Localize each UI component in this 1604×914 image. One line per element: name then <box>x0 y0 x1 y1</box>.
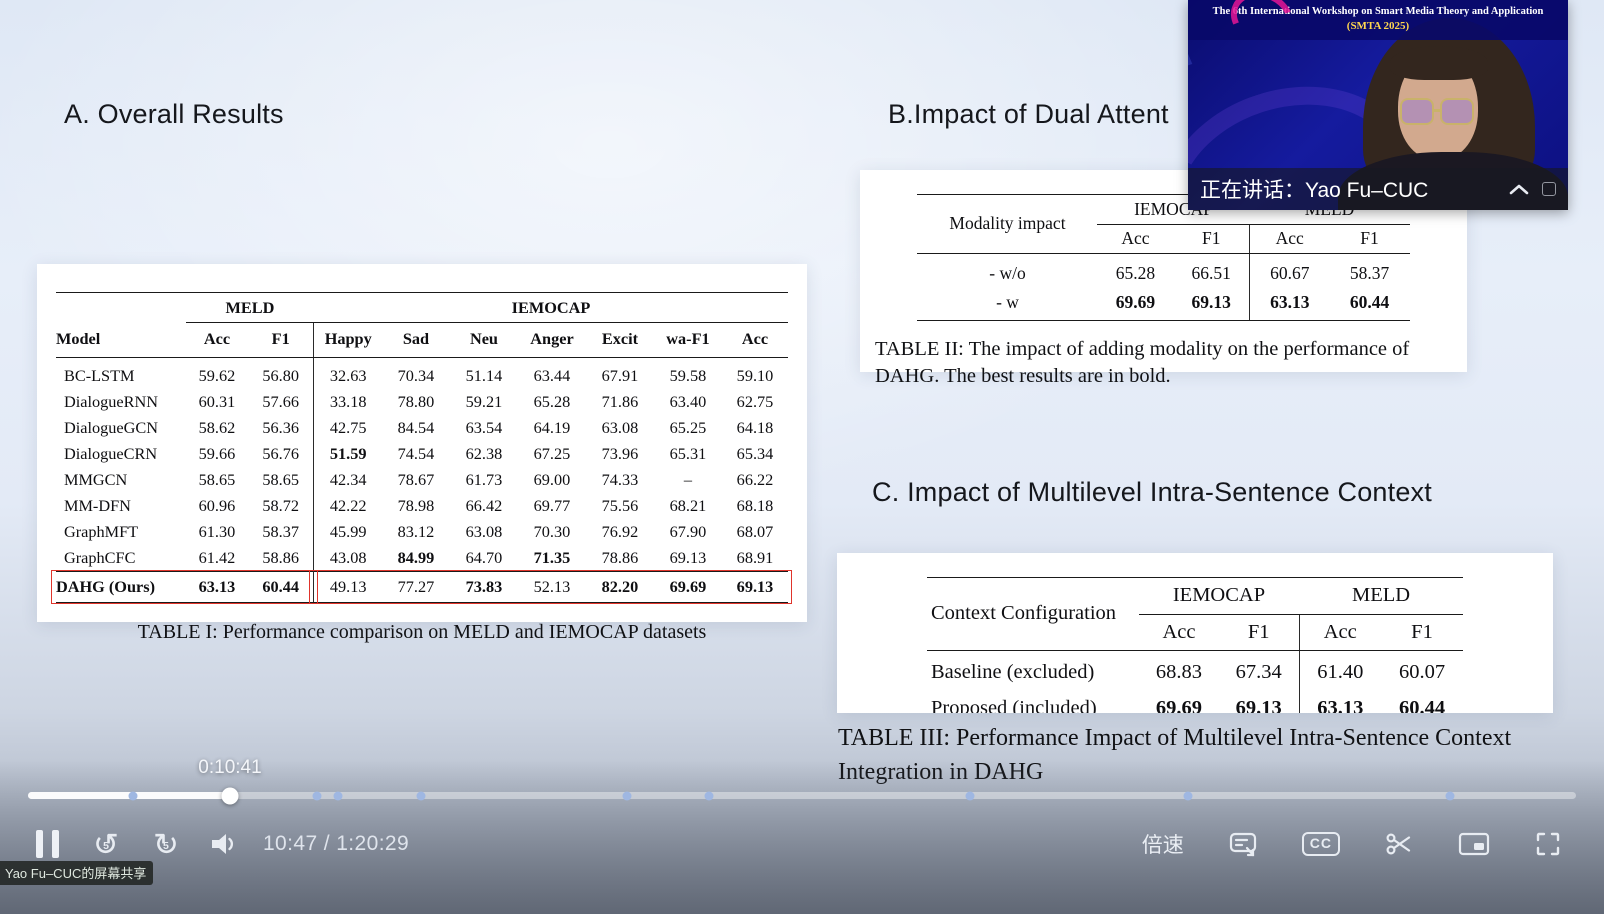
table-row: Proposed (included)69.6969.1363.1360.44 <box>927 691 1463 713</box>
progress-tooltip: 0:10:41 <box>198 757 261 779</box>
column-header: Neu <box>450 322 518 357</box>
table2-body: - w/o65.2866.5160.6758.37- w69.6969.1363… <box>917 254 1409 320</box>
presenter-glasses <box>1440 98 1474 125</box>
table-row: DialogueRNN60.3157.6633.1878.8059.2165.2… <box>56 389 788 415</box>
table-row: DAHG (Ours)63.1360.4449.1377.2773.8352.1… <box>56 572 788 603</box>
group-header-spacer <box>56 293 186 323</box>
progress-marker[interactable] <box>417 791 426 800</box>
fullscreen-icon <box>1534 830 1562 858</box>
column-header-row: Model Acc F1 Happy Sad Neu Anger Excit w… <box>56 322 788 357</box>
progress-marker[interactable] <box>128 791 137 800</box>
performance-table: MELD IEMOCAP Model Acc F1 Happy Sad Neu … <box>56 292 788 603</box>
active-speaker-bar: 正在讲话：Yao Fu–CUC <box>1188 168 1568 210</box>
table-row: MMGCN58.6558.6542.3478.6761.7369.0074.33… <box>56 467 788 493</box>
time-display: 10:47 / 1:20:29 <box>263 832 409 856</box>
forward-5-button[interactable]: ↻5 <box>151 827 181 862</box>
heading-dual-attention: B.Impact of Dual Attent <box>888 99 1169 130</box>
table-row: DialogueCRN59.6656.7651.5974.5462.3867.2… <box>56 441 788 467</box>
column-header: F1 <box>1173 224 1249 254</box>
table-row: DialogueGCN58.6256.3642.7584.5463.5464.1… <box>56 415 788 441</box>
pause-button[interactable] <box>34 828 61 860</box>
conference-banner: The 6th International Workshop on Smart … <box>1188 0 1568 40</box>
speaker-icon <box>209 831 239 857</box>
column-header: wa-F1 <box>654 322 722 357</box>
table1-caption: TABLE I: Performance comparison on MELD … <box>37 621 807 644</box>
progress-marker[interactable] <box>623 791 632 800</box>
progress-marker[interactable] <box>313 791 322 800</box>
presenter-glasses <box>1400 98 1434 125</box>
progress-marker[interactable] <box>705 791 714 800</box>
group-header-row: MELD IEMOCAP <box>56 293 788 323</box>
column-header: Happy <box>314 322 382 357</box>
row-header: Context Configuration <box>927 578 1139 651</box>
active-speaker-label: 正在讲话：Yao Fu–CUC <box>1200 174 1428 204</box>
webcam-overlay: The 6th International Workshop on Smart … <box>1188 0 1568 210</box>
table2-caption: TABLE II: The impact of adding modality … <box>875 336 1461 391</box>
table3-body: Baseline (excluded)68.8367.3461.4060.07P… <box>927 651 1463 713</box>
table-row: GraphMFT61.3058.3745.9983.1263.0870.3076… <box>56 519 788 545</box>
modality-impact-table: Modality impact IEMOCAP MELD Acc F1 Acc … <box>917 194 1409 321</box>
column-header: Sad <box>382 322 450 357</box>
progress-thumb[interactable] <box>222 787 239 804</box>
progress-marker[interactable] <box>1445 791 1454 800</box>
table3-panel: Context Configuration IEMOCAP MELD Acc F… <box>837 553 1553 713</box>
table-row: - w/o65.2866.5160.6758.37 <box>917 254 1409 289</box>
captions-button[interactable]: CC <box>1300 830 1342 858</box>
fullscreen-button[interactable] <box>1532 828 1564 860</box>
pip-button[interactable] <box>1456 829 1492 859</box>
subtitle-notes-button[interactable] <box>1226 827 1260 861</box>
column-header: Acc <box>1250 224 1330 254</box>
progress-marker[interactable] <box>965 791 974 800</box>
column-header: Acc <box>722 322 788 357</box>
playback-speed-button[interactable]: 倍速 <box>1140 827 1186 861</box>
clip-button[interactable] <box>1382 827 1416 861</box>
progress-markers <box>28 792 1576 799</box>
cc-icon: CC <box>1302 832 1340 856</box>
player-controls: ↺5 ↻5 10:47 / 1:20:29 倍速 CC <box>26 818 1564 870</box>
scissors-icon <box>1384 829 1414 859</box>
table-row: GraphCFC61.4258.8643.0884.9964.7071.3578… <box>56 545 788 572</box>
table-row: MM-DFN60.9658.7242.2278.9866.4269.7775.5… <box>56 493 788 519</box>
context-config-table: Context Configuration IEMOCAP MELD Acc F… <box>927 577 1463 713</box>
column-header: Acc <box>1097 224 1173 254</box>
column-header: Excit <box>586 322 654 357</box>
table-row: - w69.6969.1363.1360.44 <box>917 288 1409 320</box>
pause-icon <box>36 830 43 858</box>
column-header: Model <box>56 322 186 357</box>
column-header: F1 <box>248 322 314 357</box>
panel-mini-icon[interactable] <box>1542 182 1556 196</box>
rewind-5-button[interactable]: ↺5 <box>91 827 121 862</box>
column-header: Acc <box>1299 614 1381 651</box>
progress-bar[interactable]: 0:10:41 <box>28 792 1576 799</box>
column-header: F1 <box>1381 614 1463 651</box>
heading-overall-results: A. Overall Results <box>64 99 284 130</box>
table1-body: BC-LSTM59.6256.8032.6370.3451.1463.4467.… <box>56 357 788 602</box>
collapse-chevron-icon[interactable] <box>1504 178 1534 200</box>
progress-marker[interactable] <box>1184 791 1193 800</box>
column-header: Anger <box>518 322 586 357</box>
table-row: Baseline (excluded)68.8367.3461.4060.07 <box>927 651 1463 691</box>
presenter-glasses-bridge <box>1434 109 1441 112</box>
column-header: F1 <box>1219 614 1299 651</box>
group-header-iemocap: IEMOCAP <box>314 293 788 323</box>
table3-caption: TABLE III: Performance Impact of Multile… <box>838 722 1538 789</box>
picture-in-picture-icon <box>1458 831 1490 857</box>
volume-button[interactable] <box>207 829 241 859</box>
column-header: Acc <box>1139 614 1219 651</box>
heading-multilevel-context: C. Impact of Multilevel Intra-Sentence C… <box>872 477 1432 508</box>
column-header: F1 <box>1330 224 1410 254</box>
presenter-fringe <box>1390 46 1488 80</box>
column-header: Acc <box>186 322 248 357</box>
progress-marker[interactable] <box>334 791 343 800</box>
group-header-meld: MELD <box>1299 578 1463 615</box>
row-header: Modality impact <box>917 195 1097 254</box>
table-row: BC-LSTM59.6256.8032.6370.3451.1463.4467.… <box>56 357 788 389</box>
table1-panel: MELD IEMOCAP Model Acc F1 Happy Sad Neu … <box>37 264 807 622</box>
group-header-row: Context Configuration IEMOCAP MELD <box>927 578 1463 615</box>
screen-share-label: Yao Fu–CUC的屏幕共享 <box>0 861 153 885</box>
group-header-iemocap: IEMOCAP <box>1139 578 1299 615</box>
subtitle-icon <box>1228 829 1258 859</box>
group-header-meld: MELD <box>186 293 314 323</box>
